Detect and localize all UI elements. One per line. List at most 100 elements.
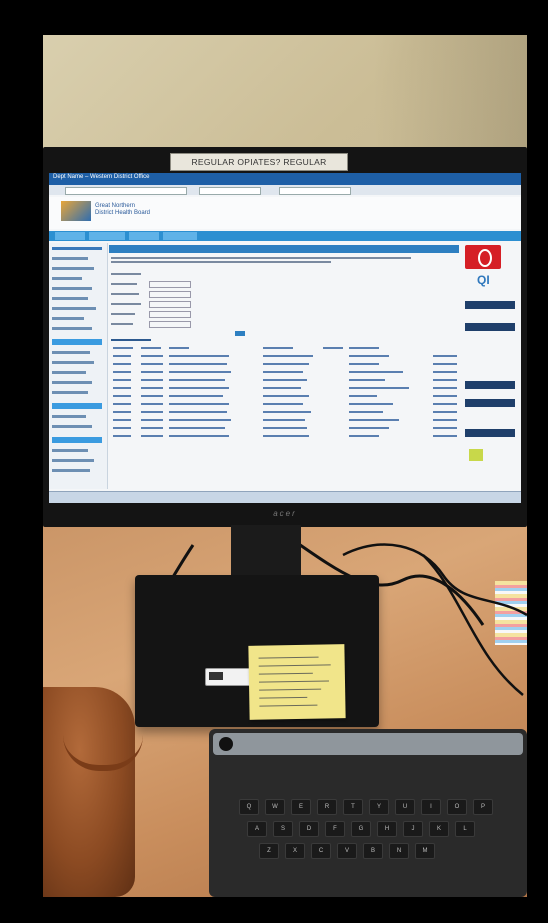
table-row[interactable]: [113, 363, 457, 365]
results-heading: [111, 339, 151, 341]
site-nav-bar[interactable]: [49, 231, 521, 241]
tab-field[interactable]: [279, 187, 351, 195]
tape-label: REGULAR OPIATES? REGULAR LAXATIVE ✓: [170, 153, 348, 183]
form-input[interactable]: [149, 291, 191, 298]
sidebar-item-active[interactable]: [52, 403, 102, 409]
sidebar-item[interactable]: [52, 391, 88, 394]
window-title: Dept Name – Western District Office: [53, 174, 150, 180]
main-heading-bar: [109, 245, 459, 253]
sidebar-item[interactable]: [52, 297, 88, 300]
panel-header: [465, 323, 515, 331]
key-b[interactable]: B: [363, 843, 383, 859]
sidebar-item[interactable]: [52, 277, 82, 280]
monitor-stand-neck: [231, 525, 301, 575]
sidebar-item[interactable]: [52, 247, 102, 250]
key-k[interactable]: K: [429, 821, 449, 837]
keyboard-power-button[interactable]: [219, 737, 233, 751]
key-n[interactable]: N: [389, 843, 409, 859]
monitor-brand: acer: [273, 509, 297, 518]
form-input[interactable]: [149, 321, 191, 328]
key-z[interactable]: Z: [259, 843, 279, 859]
key-p[interactable]: P: [473, 799, 493, 815]
key-h[interactable]: H: [377, 821, 397, 837]
sidebar-item[interactable]: [52, 371, 86, 374]
key-q[interactable]: Q: [239, 799, 259, 815]
table-row[interactable]: [113, 387, 457, 389]
key-f[interactable]: F: [325, 821, 345, 837]
url-field[interactable]: [65, 187, 187, 195]
sidebar-item[interactable]: [52, 287, 92, 290]
text-line: [111, 257, 411, 259]
key-y[interactable]: Y: [369, 799, 389, 815]
nav-tab-4[interactable]: [163, 232, 197, 240]
table-row[interactable]: [113, 419, 457, 421]
key-l[interactable]: L: [455, 821, 475, 837]
key-e[interactable]: E: [291, 799, 311, 815]
sidebar-item[interactable]: [52, 469, 90, 472]
form-label: [111, 303, 141, 305]
key-j[interactable]: J: [403, 821, 423, 837]
taskbar[interactable]: [49, 491, 521, 503]
text-line: [111, 261, 331, 263]
form-input[interactable]: [149, 301, 191, 308]
qi-logo: QI: [477, 273, 490, 287]
key-a[interactable]: A: [247, 821, 267, 837]
form-input[interactable]: [149, 281, 191, 288]
form-label: [111, 313, 135, 315]
nav-tab-3[interactable]: [129, 232, 159, 240]
table-row[interactable]: [113, 355, 457, 357]
table-row[interactable]: [113, 435, 457, 437]
table-row[interactable]: [113, 403, 457, 405]
sidebar-item[interactable]: [52, 307, 96, 310]
sidebar-item[interactable]: [52, 425, 92, 428]
sidebar-item[interactable]: [52, 267, 94, 270]
sidebar-item[interactable]: [52, 415, 86, 418]
sidebar-item[interactable]: [52, 317, 84, 320]
nav-tab-2[interactable]: [89, 232, 125, 240]
browser-title-bar: Dept Name – Western District Office: [49, 173, 521, 185]
key-u[interactable]: U: [395, 799, 415, 815]
keyboard[interactable]: QWERTYUIOP ASDFGHJKL ZXCVBNM: [209, 729, 527, 897]
sidebar-item-active[interactable]: [52, 339, 102, 345]
sidebar-item[interactable]: [52, 257, 88, 260]
table-row[interactable]: [113, 395, 457, 397]
key-o[interactable]: O: [447, 799, 467, 815]
key-m[interactable]: M: [415, 843, 435, 859]
search-button[interactable]: [235, 331, 245, 336]
leather-bag: [43, 687, 135, 897]
sidebar-item[interactable]: [52, 459, 94, 462]
key-t[interactable]: T: [343, 799, 363, 815]
sidebar-item[interactable]: [52, 361, 94, 364]
sidebar-item[interactable]: [52, 381, 92, 384]
logo-line-1: Great Northern: [95, 203, 136, 209]
sidebar-item[interactable]: [52, 449, 88, 452]
search-field[interactable]: [199, 187, 261, 195]
key-g[interactable]: G: [351, 821, 371, 837]
sidebar-item[interactable]: [52, 327, 92, 330]
table-row[interactable]: [113, 411, 457, 413]
sidebar-item[interactable]: [52, 351, 90, 354]
key-v[interactable]: V: [337, 843, 357, 859]
key-x[interactable]: X: [285, 843, 305, 859]
key-r[interactable]: R: [317, 799, 337, 815]
table-row[interactable]: [113, 379, 457, 381]
usb-drive: [205, 668, 253, 686]
site-logo: [61, 201, 91, 221]
key-s[interactable]: S: [273, 821, 293, 837]
logo-line-2: District Health Board: [95, 210, 151, 216]
alert-badge[interactable]: [465, 245, 501, 269]
main-content: [109, 243, 461, 489]
panel-header: [465, 399, 515, 407]
site-logo-text: Great Northern District Health Board: [95, 203, 150, 217]
form-input[interactable]: [149, 311, 191, 318]
nav-tab-1[interactable]: [55, 232, 85, 240]
key-i[interactable]: I: [421, 799, 441, 815]
panel-header: [465, 381, 515, 389]
table-row[interactable]: [113, 427, 457, 429]
sidebar-item-active[interactable]: [52, 437, 102, 443]
key-w[interactable]: W: [265, 799, 285, 815]
key-c[interactable]: C: [311, 843, 331, 859]
table-row[interactable]: [113, 371, 457, 373]
key-d[interactable]: D: [299, 821, 319, 837]
sidebar: [49, 243, 108, 489]
